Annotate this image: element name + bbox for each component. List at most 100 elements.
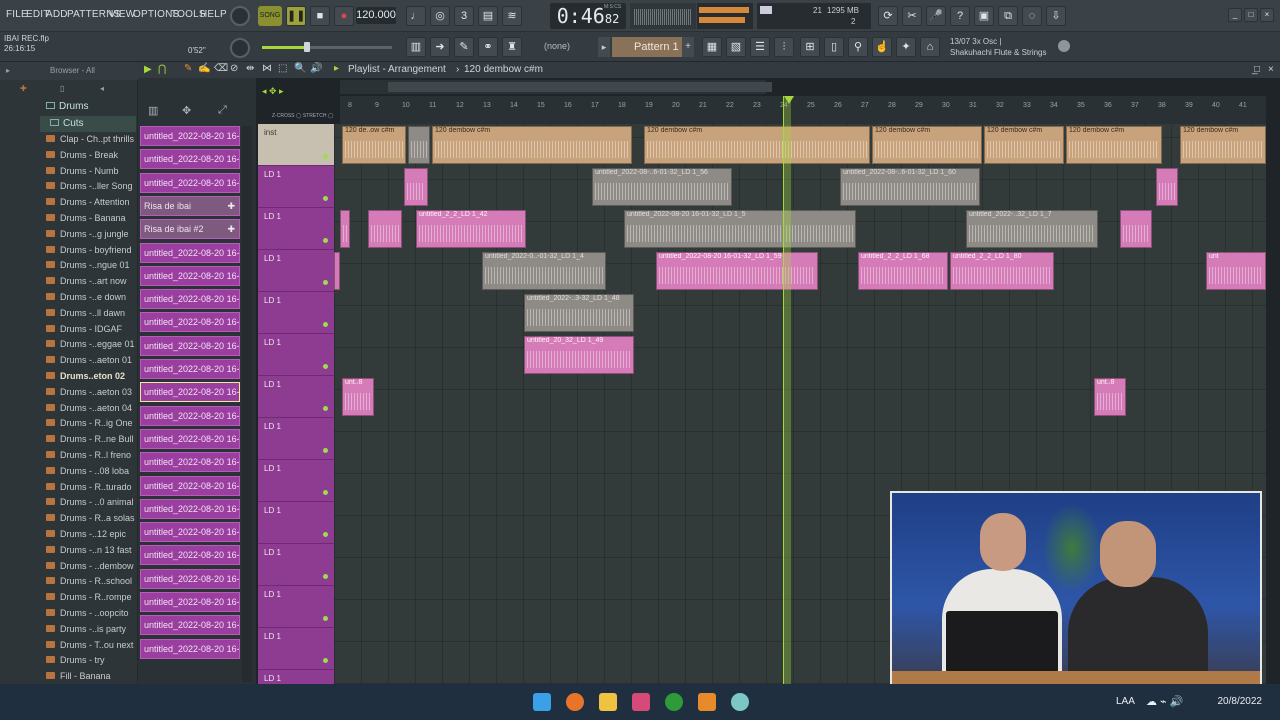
browser-item[interactable]: Drums -..eggae 01 <box>46 339 136 354</box>
track-header[interactable]: LD 1 <box>258 208 334 250</box>
browser-item[interactable]: Drums -..aeton 04 <box>46 403 136 418</box>
browser-item[interactable]: Drums - Attention <box>46 197 136 212</box>
cut-icon[interactable]: ✂ <box>902 6 922 26</box>
browser-item[interactable]: Drums - try <box>46 655 136 670</box>
menu-view[interactable]: VIEW <box>109 9 135 20</box>
app-icon[interactable] <box>632 693 650 711</box>
channel-button[interactable]: Risa de ibai #2 ✚ <box>140 219 240 240</box>
song-mode-button[interactable]: SONG <box>258 6 282 26</box>
save-icon[interactable]: ▣ <box>974 6 994 26</box>
browser-item[interactable]: Drums - Numb <box>46 166 136 181</box>
browser-item[interactable]: Drums - R..school <box>46 576 136 591</box>
track-header[interactable]: LD 1 <box>258 628 334 670</box>
browser-item[interactable]: Drums..eton 02 <box>46 371 136 386</box>
plugin-picker-icon[interactable]: ⚲ <box>848 37 868 57</box>
track-header[interactable]: LD 1 <box>258 418 334 460</box>
track-mute-dot[interactable] <box>323 574 328 579</box>
online-status-icon[interactable] <box>1058 40 1070 52</box>
browser-item[interactable]: Drums -..n 13 fast <box>46 545 136 560</box>
browser-item[interactable]: Drums -..ller Song <box>46 181 136 196</box>
mixer-icon[interactable]: ☰ <box>750 37 770 57</box>
playlist-overview[interactable] <box>340 80 772 94</box>
browser-item[interactable]: Drums - R..ne Bull <box>46 434 136 449</box>
menu-help[interactable]: HELP <box>200 9 227 20</box>
faders-icon[interactable]: ⫶ <box>774 37 794 57</box>
track-header[interactable]: inst <box>258 124 334 166</box>
track-header[interactable]: LD 1 <box>258 334 334 376</box>
channel-button[interactable]: untitled_2022-08-20 16- <box>140 335 240 356</box>
channel-add-icon[interactable]: ✚ <box>227 197 235 215</box>
browser-item[interactable]: Drums - T..ou next <box>46 640 136 655</box>
playlist-nav-icons[interactable]: ◂ ✥ ▸ <box>262 86 332 96</box>
minimize-icon[interactable]: _ <box>1228 8 1242 22</box>
clip-ld-g[interactable] <box>334 252 340 290</box>
chat-icon[interactable]: ◌ <box>1022 6 1042 26</box>
channel-button[interactable]: untitled_2022-08-20 16- <box>140 592 240 612</box>
magnet-icon[interactable]: ⋂ <box>158 64 166 75</box>
channel-button[interactable]: untitled_2022-08-20 16- <box>140 498 240 519</box>
track-header[interactable]: LD 1 <box>258 292 334 334</box>
clip-ld-d1[interactable]: untitled_2022-08-..6-01-32_LD 1_56 <box>592 168 732 206</box>
slice-tool-icon[interactable]: ⋈ <box>262 63 272 74</box>
channel-button[interactable]: untitled_2022-08-20 16- <box>140 522 240 543</box>
channel-button[interactable]: untitled_2022-08-20 16- <box>140 289 240 310</box>
menu-add[interactable]: ADD <box>46 9 68 20</box>
clip-ld-p4[interactable]: untitled_2_2_LD 1_80 <box>950 252 1054 290</box>
clip-ld-p5[interactable]: untitled_20_32_LD 1_49 <box>524 336 634 374</box>
channel-expand-icon[interactable]: ⤢ <box>218 104 227 117</box>
master-volume-slider[interactable] <box>262 42 392 52</box>
playback-tool-icon[interactable]: 🔊 <box>310 63 322 74</box>
clip-ld-p2[interactable]: untitled_2022-08-20 16-01-32_LD 1_59 <box>656 252 818 290</box>
browser-arrow-icon[interactable]: ▸ <box>6 66 10 75</box>
clip-ld-p3[interactable]: untitled_2_2_LD 1_68 <box>858 252 948 290</box>
track-header[interactable]: LD 1 <box>258 166 334 208</box>
track-header[interactable]: LD 1 <box>258 544 334 586</box>
channel-button[interactable]: untitled_2022-08-20 16- <box>140 638 240 659</box>
browser-subfolder-cuts[interactable]: Cuts <box>40 116 136 132</box>
clip-ld-d3[interactable]: untitled_2022-08-..6-01-32_LD 1_60 <box>840 168 980 206</box>
pencil-icon[interactable]: ✎ <box>454 37 474 57</box>
stamp-icon[interactable]: ♜ <box>502 37 522 57</box>
zoom-tool-icon[interactable]: 🔍 <box>294 63 306 74</box>
track-mute-dot[interactable] <box>323 532 328 537</box>
draw-tool-icon[interactable]: ✎ <box>184 63 192 74</box>
browser-item[interactable]: Drums - Banana <box>46 213 136 228</box>
cross-stretch-toggles[interactable]: Z-CROSS ◯ STRETCH ◯ <box>272 113 333 119</box>
language-indicator[interactable]: LAA <box>1116 696 1135 707</box>
playlist-close-icon[interactable]: × <box>1268 64 1274 75</box>
channel-button[interactable]: untitled_2022-08-20 16- <box>140 568 240 589</box>
browser-item[interactable]: Drums -..aeton 03 <box>46 387 136 402</box>
mic-icon[interactable]: 🎤 <box>926 6 946 26</box>
channel-move-icon[interactable]: ✥ <box>182 104 191 117</box>
track-mute-dot[interactable] <box>323 406 328 411</box>
channel-button[interactable]: untitled_2022-08-20 16- <box>140 312 240 333</box>
track-mute-dot[interactable] <box>323 448 328 453</box>
track-mute-dot[interactable] <box>323 154 328 159</box>
browser-item[interactable]: Drums -..e down <box>46 292 136 307</box>
select-tool-icon[interactable]: ⬚ <box>278 63 287 74</box>
mute-tool-icon[interactable]: ⊘ <box>230 63 238 74</box>
browser-item[interactable]: Drums - IDGAF <box>46 324 136 339</box>
refresh-icon[interactable]: ⟳ <box>878 6 898 26</box>
browser-item[interactable]: Drums - ..08 loba <box>46 466 136 481</box>
browser-item[interactable]: Drums - ..dembow <box>46 561 136 576</box>
browser-item[interactable]: Drums - R..rompe <box>46 592 136 607</box>
channel-button[interactable]: untitled_2022-08-20 16- <box>140 359 240 379</box>
browser-item[interactable]: Drums - R..l freno <box>46 450 136 465</box>
add-pattern-button[interactable]: + <box>682 37 694 57</box>
clip-ld-p6[interactable]: unt..8 <box>342 378 374 416</box>
track-mute-dot[interactable] <box>323 196 328 201</box>
track-header[interactable]: LD 1 <box>258 460 334 502</box>
play-triangle-icon[interactable]: ▶ <box>144 64 152 75</box>
metronome-icon[interactable]: ♩ <box>406 6 426 26</box>
channel-button[interactable]: untitled_2022-08-20 16- <box>140 405 240 426</box>
countdown-icon[interactable]: 3 <box>454 6 474 26</box>
browser-folder-drums[interactable]: Drums <box>46 101 88 112</box>
clip-ld-d2[interactable]: untitled_2022-08-20 16-01-32_LD 1_5 <box>624 210 856 248</box>
browser-item[interactable]: Drums - R..ig One <box>46 418 136 433</box>
timeline-ruler[interactable]: 8 9 10 11 12 13 14 15 16 17 18 19 20 21 22 23 24 25 26 27 28… <box>340 96 1266 124</box>
clip-inst-1[interactable]: 120 de..ow c#m <box>342 126 406 164</box>
browser-item[interactable]: Drums -..g jungle <box>46 229 136 244</box>
channel-button[interactable]: untitled_2022-08-20 16- <box>140 126 240 146</box>
browser-item[interactable]: Drums - ..oopcito <box>46 608 136 623</box>
